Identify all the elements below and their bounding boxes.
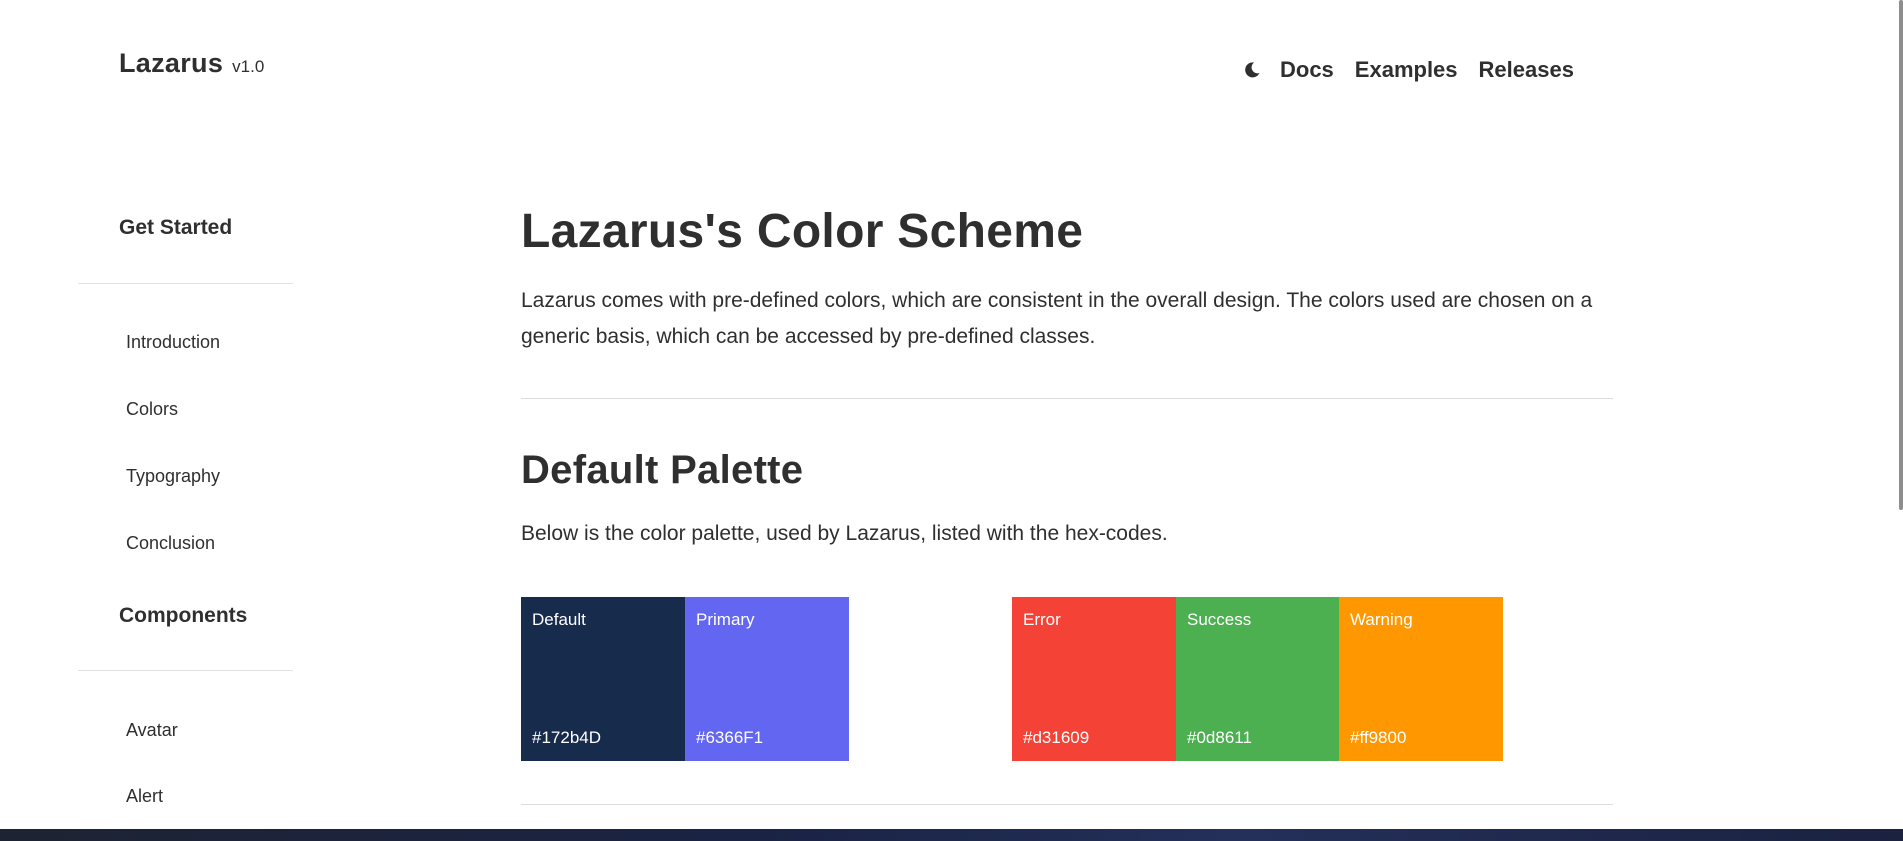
swatch-hex: #172b4D (532, 728, 602, 747)
sidebar-item-avatar[interactable]: Avatar (126, 720, 178, 741)
swatch-success: Success #0d8611 (1176, 597, 1340, 761)
swatch-hex: #0d8611 (1187, 728, 1252, 747)
swatch-name: Warning (1350, 610, 1413, 629)
swatch-warning: Warning #ff9800 (1339, 597, 1503, 761)
swatch-name: Primary (696, 610, 755, 629)
swatch-name: Error (1023, 610, 1061, 629)
intro-paragraph: Lazarus comes with pre-defined colors, w… (521, 289, 1593, 348)
swatch-name: Default (532, 610, 586, 629)
sidebar-item-introduction[interactable]: Introduction (126, 332, 220, 353)
swatch-default: Default #172b4D (521, 597, 685, 761)
section-divider (521, 398, 1613, 399)
scrollbar-thumb[interactable] (1899, 0, 1903, 510)
swatch-hex: #ff9800 (1350, 728, 1407, 747)
nav-examples[interactable]: Examples (1355, 57, 1458, 83)
sidebar-heading-get-started: Get Started (119, 216, 233, 239)
palette-heading: Default Palette (521, 448, 804, 492)
moon-icon[interactable] (1242, 60, 1262, 80)
section-divider (521, 804, 1613, 805)
taskbar-strip (0, 829, 1903, 841)
swatch-primary: Primary #6366F1 (685, 597, 849, 761)
sidebar-divider (78, 670, 293, 671)
sidebar: Get Started Introduction Colors Typograp… (0, 0, 300, 841)
top-nav: Docs Examples Releases (1242, 55, 1595, 85)
swatch-hex: #6366F1 (696, 728, 764, 747)
nav-releases[interactable]: Releases (1479, 57, 1574, 83)
nav-docs[interactable]: Docs (1280, 57, 1334, 83)
swatch-error: Error #d31609 (1012, 597, 1176, 761)
palette-description: Below is the color palette, used by Laza… (521, 522, 1168, 545)
sidebar-item-conclusion[interactable]: Conclusion (126, 533, 215, 554)
sidebar-divider (78, 283, 293, 284)
sidebar-heading-components: Components (119, 604, 248, 627)
sidebar-item-colors[interactable]: Colors (126, 399, 178, 420)
page-title: Lazarus's Color Scheme (521, 205, 1084, 258)
sidebar-item-typography[interactable]: Typography (126, 466, 220, 487)
docs-page: Lazarus v1.0 Docs Examples Releases Get … (0, 0, 1903, 841)
swatch-hex: #d31609 (1023, 728, 1090, 747)
moon-icon-svg (1245, 62, 1260, 78)
sidebar-item-alert[interactable]: Alert (126, 786, 163, 807)
swatch-name: Success (1187, 610, 1252, 629)
